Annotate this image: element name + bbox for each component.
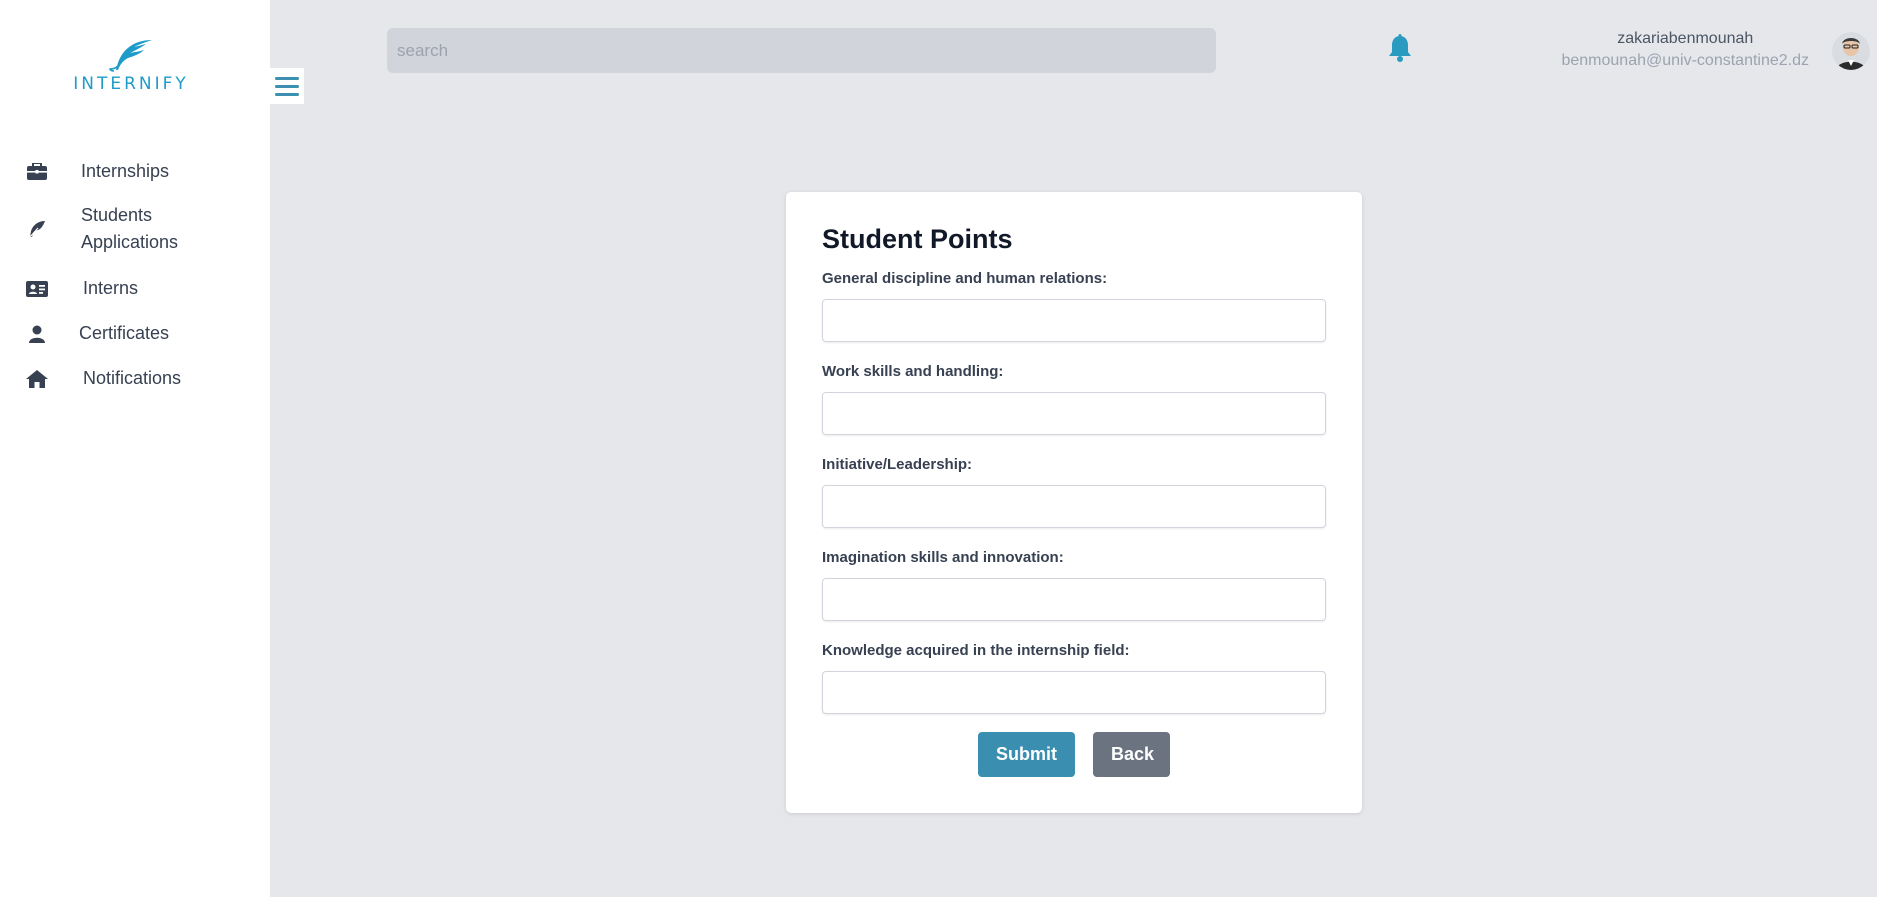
briefcase-icon xyxy=(26,161,48,183)
avatar[interactable] xyxy=(1832,32,1870,70)
initiative-leadership-input[interactable] xyxy=(822,485,1326,528)
form-actions: Submit Back xyxy=(822,732,1326,777)
form-field: Imagination skills and innovation: xyxy=(822,549,1326,621)
work-skills-input[interactable] xyxy=(822,392,1326,435)
bell-icon[interactable] xyxy=(1388,34,1414,62)
sidebar-item-internships[interactable]: Internships xyxy=(26,158,169,185)
brand-logo[interactable]: INTERNIFY xyxy=(66,38,196,98)
field-label: Initiative/Leadership: xyxy=(822,456,973,473)
user-icon xyxy=(26,323,48,345)
sidebar-item-label: Internships xyxy=(81,161,170,181)
field-label: Knowledge acquired in the internship fie… xyxy=(822,642,1130,659)
form-field: Initiative/Leadership: xyxy=(822,456,1326,528)
back-button[interactable]: Back xyxy=(1093,732,1170,777)
sidebar-item-label: Students Applications xyxy=(81,205,179,252)
user-info[interactable]: zakariabenmounah benmounah@univ-constant… xyxy=(1561,28,1809,72)
sidebar-item-label: Certificates xyxy=(79,323,170,343)
hamburger-icon xyxy=(275,76,299,80)
feather-logo-icon xyxy=(109,40,152,72)
form-field: Work skills and handling: xyxy=(822,363,1326,435)
field-label: Work skills and handling: xyxy=(822,363,1004,380)
sidebar-item-interns[interactable]: Interns xyxy=(26,275,138,302)
sidebar-item-label: Interns xyxy=(83,278,139,298)
feather-icon xyxy=(26,218,48,240)
field-label: General discipline and human relations: xyxy=(822,270,1108,287)
sidebar: INTERNIFY Internships Students Applicati… xyxy=(0,0,270,897)
submit-button[interactable]: Submit xyxy=(978,732,1075,777)
page-title: Student Points xyxy=(822,224,1013,254)
form-field: Knowledge acquired in the internship fie… xyxy=(822,642,1326,714)
knowledge-acquired-input[interactable] xyxy=(822,671,1326,714)
user-email: benmounah@univ-constantine2.dz xyxy=(1561,52,1809,69)
sidebar-item-notifications[interactable]: Notifications xyxy=(26,365,181,392)
sidebar-item-label: Notifications xyxy=(83,368,182,388)
brand-name: INTERNIFY xyxy=(73,74,189,94)
sidebar-item-students-applications[interactable]: Students Applications xyxy=(26,202,201,256)
sidebar-item-certificates[interactable]: Certificates xyxy=(26,320,169,347)
discipline-relations-input[interactable] xyxy=(822,299,1326,342)
imagination-innovation-input[interactable] xyxy=(822,578,1326,621)
home-icon xyxy=(26,368,48,390)
field-label: Imagination skills and innovation: xyxy=(822,549,1064,566)
id-card-icon xyxy=(26,278,48,300)
user-name: zakariabenmounah xyxy=(1617,30,1754,47)
search-input[interactable] xyxy=(387,28,1216,73)
student-points-form: Student Points General discipline and hu… xyxy=(786,192,1362,813)
menu-toggle-button[interactable] xyxy=(270,68,304,104)
form-field: General discipline and human relations: xyxy=(822,270,1326,342)
